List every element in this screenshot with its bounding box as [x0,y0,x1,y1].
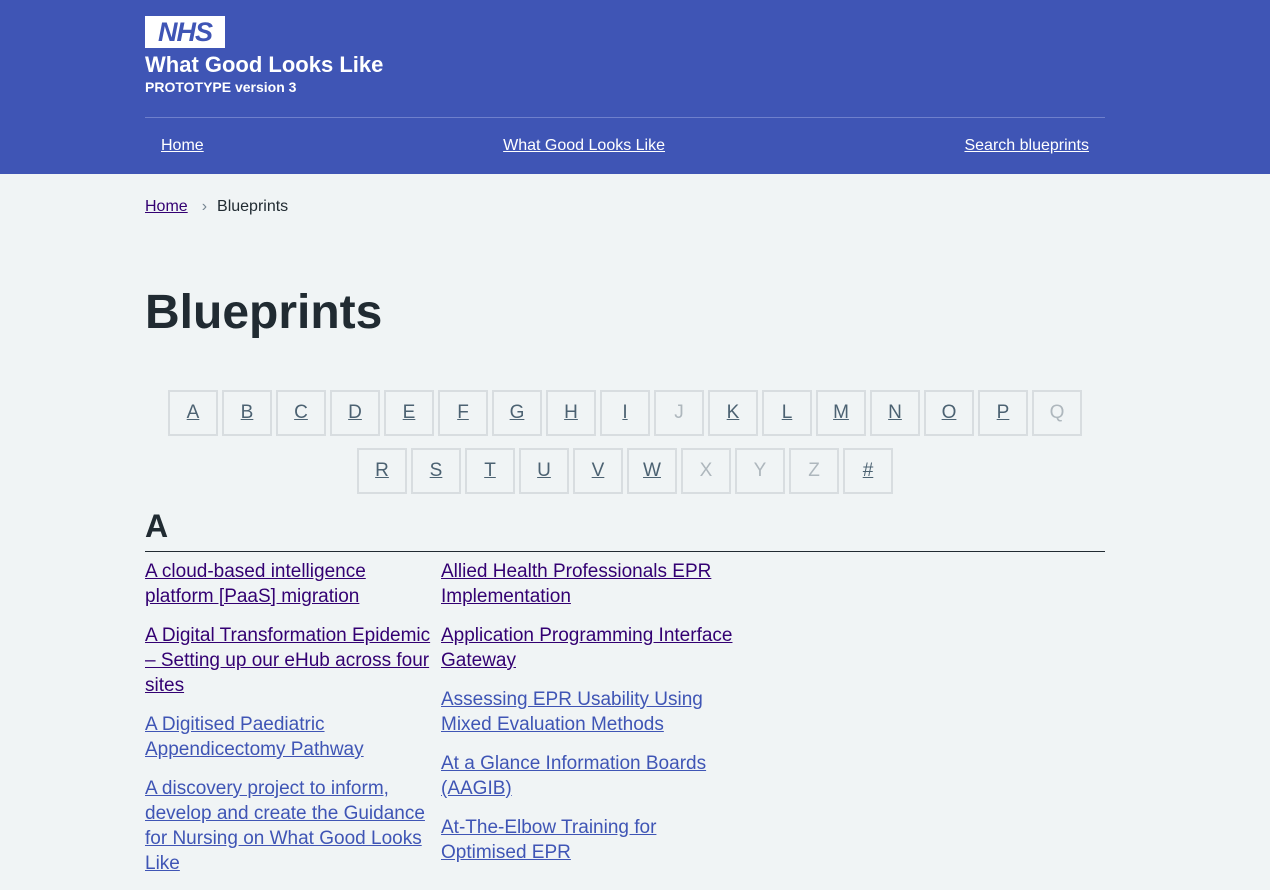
breadcrumb-home-link[interactable]: Home [145,198,188,216]
az-letter-r[interactable]: R [357,448,407,494]
primary-navigation: Home What Good Looks Like Search bluepri… [145,117,1105,174]
az-letter-u[interactable]: U [519,448,569,494]
chevron-right-icon: › [201,198,208,215]
nav-search-blueprints-link[interactable]: Search blueprints [964,137,1089,155]
blueprint-link[interactable]: A Digitised Paediatric Appendicectomy Pa… [145,712,433,762]
az-letter-o[interactable]: O [924,390,974,436]
az-letter-z: Z [789,448,839,494]
section-divider [145,551,1105,552]
nav-what-good-looks-like-link[interactable]: What Good Looks Like [503,137,665,155]
az-letter-j: J [654,390,704,436]
az-letter-q: Q [1032,390,1082,436]
nhs-logo-text: NHS [157,17,213,47]
az-letter-n[interactable]: N [870,390,920,436]
az-letter-g[interactable]: G [492,390,542,436]
section-letter-heading: A [145,508,169,544]
az-letter-l[interactable]: L [762,390,812,436]
nav-home-link[interactable]: Home [161,137,204,155]
az-letter-y: Y [735,448,785,494]
header-branding: NHS What Good Looks Like PROTOTYPE versi… [145,16,1105,96]
az-letter-f[interactable]: F [438,390,488,436]
blueprint-link[interactable]: At a Glance Information Boards (AAGIB) [441,751,741,801]
blueprint-list-column-2: Allied Health Professionals EPR Implemen… [441,559,741,879]
az-letter-d[interactable]: D [330,390,380,436]
az-navigation-row-2: R S T U V W X Y Z # [145,448,1105,494]
az-letter-c[interactable]: C [276,390,326,436]
az-letter-k[interactable]: K [708,390,758,436]
az-letter-p[interactable]: P [978,390,1028,436]
az-letter-hash[interactable]: # [843,448,893,494]
page-title: Blueprints [145,286,383,339]
az-letter-v[interactable]: V [573,448,623,494]
az-navigation-row-1: ABCDEFGHIJKLMNOPQ [145,390,1105,436]
az-letter-b[interactable]: B [222,390,272,436]
az-letter-t[interactable]: T [465,448,515,494]
blueprint-link[interactable]: Application Programming Interface Gatewa… [441,623,741,673]
az-letter-w[interactable]: W [627,448,677,494]
blueprint-link[interactable]: Assessing EPR Usability Using Mixed Eval… [441,687,741,737]
nhs-logo[interactable]: NHS [145,16,225,48]
service-name[interactable]: What Good Looks Like [145,52,1105,78]
az-letter-a[interactable]: A [168,390,218,436]
az-letter-s[interactable]: S [411,448,461,494]
az-letter-h[interactable]: H [546,390,596,436]
az-letter-m[interactable]: M [816,390,866,436]
blueprint-list-column-1: A cloud-based intelligence platform [Paa… [145,559,433,890]
service-subtitle: PROTOTYPE version 3 [145,79,297,95]
az-letter-x: X [681,448,731,494]
blueprint-link[interactable]: A Digital Transformation Epidemic – Sett… [145,623,433,698]
blueprint-link[interactable]: A cloud-based intelligence platform [Paa… [145,559,433,609]
blueprint-link[interactable]: At-The-Elbow Training for Optimised EPR [441,815,741,865]
breadcrumb: Home › Blueprints [145,198,288,216]
site-header: NHS What Good Looks Like PROTOTYPE versi… [0,0,1270,174]
blueprint-link[interactable]: A discovery project to inform, develop a… [145,776,433,876]
breadcrumb-current: Blueprints [217,198,289,215]
az-letter-e[interactable]: E [384,390,434,436]
blueprint-link[interactable]: Allied Health Professionals EPR Implemen… [441,559,741,609]
az-letter-i[interactable]: I [600,390,650,436]
